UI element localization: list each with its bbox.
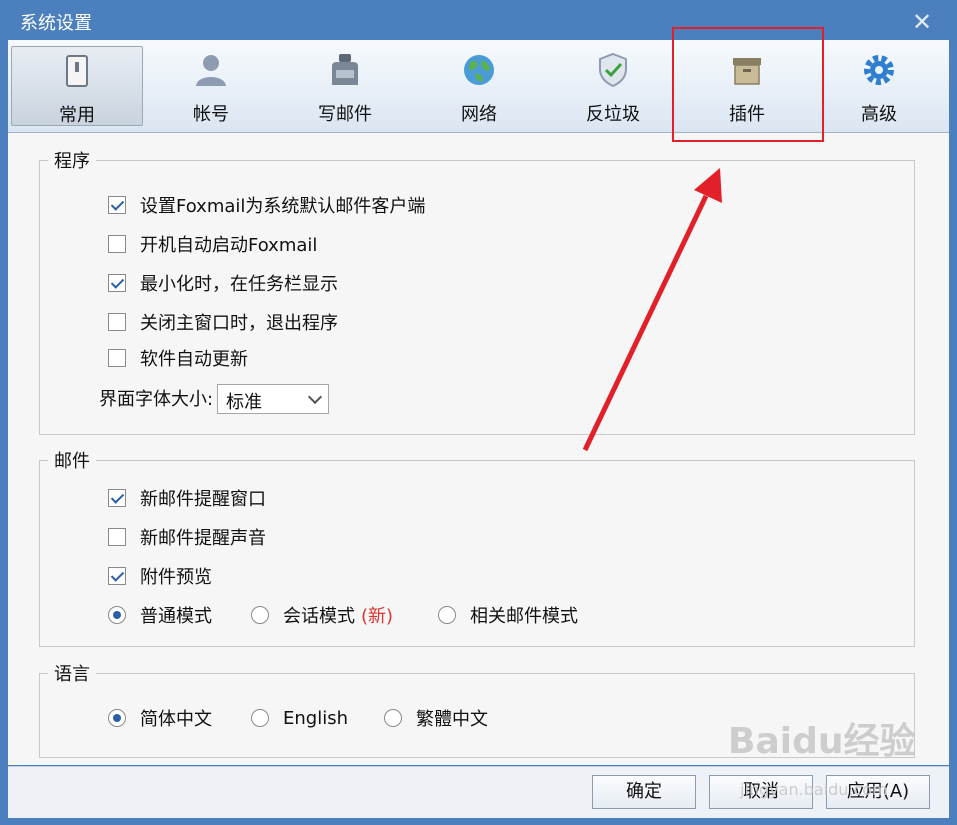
watermark-logo: Baidu经验 — [728, 721, 916, 762]
arrow-head — [694, 168, 722, 203]
annotation-arrow — [582, 168, 722, 452]
watermark-url: jingyan.baidu.com — [740, 780, 888, 799]
arrow-shaft — [582, 194, 709, 452]
